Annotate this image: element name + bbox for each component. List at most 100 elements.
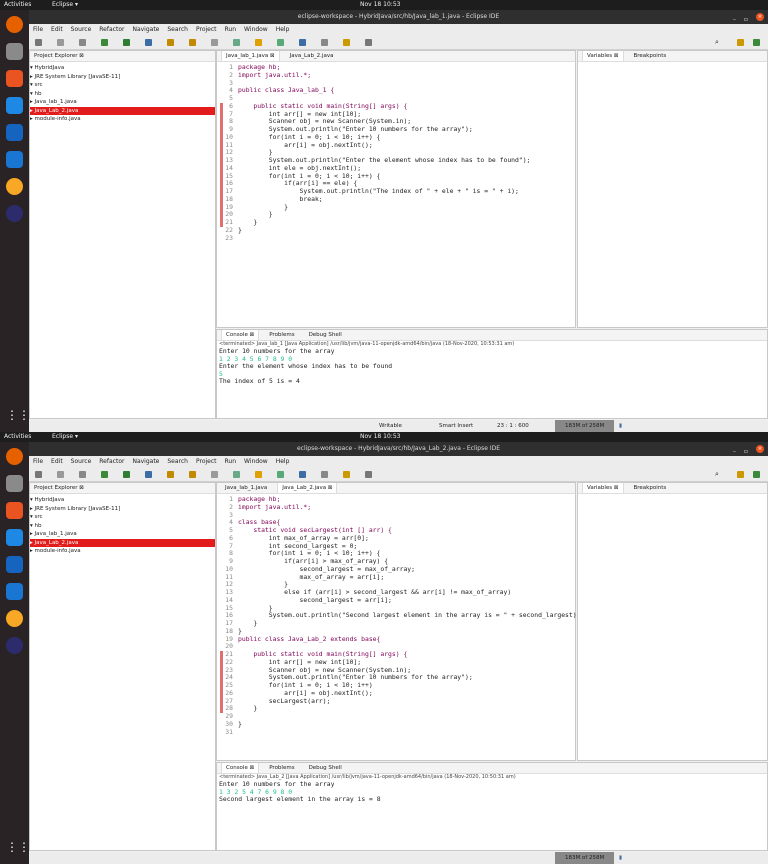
menu-edit[interactable]: Edit — [51, 24, 63, 36]
tree-item[interactable]: ▾ HybridJava — [30, 64, 215, 73]
toolbar-button[interactable] — [167, 39, 174, 46]
software-icon[interactable] — [6, 70, 23, 87]
menu-help[interactable]: Help — [276, 456, 290, 468]
toolbar-button[interactable] — [365, 39, 372, 46]
minimize-button[interactable]: – — [733, 13, 736, 27]
menu-refactor[interactable]: Refactor — [99, 456, 124, 468]
tab-project-explorer[interactable]: Project Explorer ⊠ — [34, 483, 84, 493]
toolbar-button[interactable] — [167, 471, 174, 478]
writer-icon[interactable] — [6, 151, 23, 168]
tab-breakpoints[interactable]: Breakpoints — [630, 51, 671, 61]
writer-icon[interactable] — [6, 583, 23, 600]
clock[interactable]: Nov 18 10:53 — [360, 432, 400, 442]
toolbar-button[interactable] — [255, 39, 262, 46]
menu-navigate[interactable]: Navigate — [132, 456, 159, 468]
tab-debug[interactable]: Debug Shell — [305, 763, 346, 773]
debug-perspective-button[interactable] — [753, 471, 760, 478]
toolbar-button[interactable] — [299, 471, 306, 478]
tree-item[interactable]: ▾ HybridJava — [30, 496, 215, 505]
app-menu[interactable]: Eclipse ▾ — [52, 432, 78, 442]
close-button[interactable]: × — [756, 445, 764, 453]
software-icon[interactable] — [6, 502, 23, 519]
firefox-icon[interactable] — [6, 448, 23, 465]
help-icon[interactable] — [6, 529, 23, 546]
toolbar-button[interactable] — [189, 39, 196, 46]
code-area[interactable]: 1 package hb; 2 import java.util.*; 3 4 class … — [217, 494, 580, 736]
tree-item[interactable]: ▸ module-info.java — [30, 547, 215, 556]
garbage-collect-icon[interactable]: ▮ — [619, 852, 622, 864]
tab-java_lab_1-java[interactable]: Java_lab_1.java — [221, 483, 271, 493]
toolbar-button[interactable] — [57, 39, 64, 46]
menu-file[interactable]: File — [33, 456, 43, 468]
tab-java_lab_2-java[interactable]: Java_Lab_2.java — [286, 51, 338, 61]
toolbar-button[interactable] — [35, 471, 42, 478]
show-apps-icon[interactable]: ⋮⋮ — [6, 840, 30, 857]
debug-perspective-button[interactable] — [753, 39, 760, 46]
clock[interactable]: Nov 18 10:53 — [360, 0, 400, 10]
toolbar-button[interactable] — [321, 471, 328, 478]
toolbar-button[interactable] — [79, 39, 86, 46]
menu-refactor[interactable]: Refactor — [99, 24, 124, 36]
toolbar-button[interactable] — [145, 39, 152, 46]
tab-variables[interactable]: Variables ⊠ — [582, 483, 624, 493]
eclipse-icon[interactable] — [6, 637, 23, 654]
firefox-icon[interactable] — [6, 16, 23, 33]
menu-file[interactable]: File — [33, 24, 43, 36]
maximize-button[interactable]: ▫ — [744, 13, 748, 27]
tree-item[interactable]: ▸ JRE System Library [JavaSE-11] — [30, 73, 215, 82]
toolbar-button[interactable] — [299, 39, 306, 46]
menu-source[interactable]: Source — [71, 456, 92, 468]
tree-item[interactable]: ▸ JRE System Library [JavaSE-11] — [30, 505, 215, 514]
tree-item[interactable]: ▸ Java_lab_1.java — [30, 98, 215, 107]
minimize-button[interactable]: – — [733, 445, 736, 459]
tree-item[interactable]: ▾ src — [30, 513, 215, 522]
menu-project[interactable]: Project — [196, 24, 217, 36]
console-output[interactable]: <terminated> Java_Lab_2 [Java Applicatio… — [217, 774, 767, 804]
menu-project[interactable]: Project — [196, 456, 217, 468]
tree-item[interactable]: ▸ module-info.java — [30, 115, 215, 124]
code-area[interactable]: 1 package hb; 2 import java.util.*; 3 4 public… — [217, 62, 575, 242]
thunderbird-icon[interactable] — [6, 556, 23, 573]
tree-item[interactable]: ▸ Java_Lab_2.java — [30, 538, 215, 547]
tab-problems[interactable]: Problems — [265, 330, 298, 340]
menu-run[interactable]: Run — [225, 456, 237, 468]
tab-java_lab_2-java[interactable]: Java_Lab_2.java ⊠ — [277, 483, 338, 493]
tree-item[interactable]: ▸ Java_lab_1.java — [30, 530, 215, 539]
maximize-button[interactable]: ▫ — [744, 445, 748, 459]
toolbar-button[interactable] — [101, 471, 108, 478]
menu-search[interactable]: Search — [167, 24, 188, 36]
toolbar-button[interactable] — [365, 471, 372, 478]
toolbar-button[interactable] — [277, 471, 284, 478]
menu-source[interactable]: Source — [71, 24, 92, 36]
tree-item[interactable]: ▸ Java_Lab_2.java — [30, 106, 215, 115]
search-icon[interactable]: ⌕ — [715, 38, 722, 46]
search-icon[interactable]: ⌕ — [715, 470, 722, 478]
toolbar-button[interactable] — [233, 471, 240, 478]
tab-variables[interactable]: Variables ⊠ — [582, 51, 624, 61]
status-insert-mode[interactable]: Smart Insert — [439, 420, 473, 432]
app-menu[interactable]: Eclipse ▾ — [52, 0, 78, 10]
heap-status[interactable]: 183M of 258M — [555, 420, 615, 432]
thunderbird-icon[interactable] — [6, 124, 23, 141]
toolbar-button[interactable] — [321, 39, 328, 46]
show-apps-icon[interactable]: ⋮⋮ — [6, 408, 30, 425]
perspective-button[interactable] — [737, 471, 744, 478]
menu-edit[interactable]: Edit — [51, 456, 63, 468]
tree-item[interactable]: ▾ src — [30, 81, 215, 90]
menu-window[interactable]: Window — [244, 24, 268, 36]
heap-status[interactable]: 183M of 258M — [555, 852, 615, 864]
toolbar-button[interactable] — [343, 39, 350, 46]
help-icon[interactable] — [6, 97, 23, 114]
tab-breakpoints[interactable]: Breakpoints — [630, 483, 671, 493]
tab-project-explorer[interactable]: Project Explorer ⊠ — [34, 51, 84, 61]
toolbar-button[interactable] — [35, 39, 42, 46]
files-icon[interactable] — [6, 475, 23, 492]
toolbar-button[interactable] — [255, 471, 262, 478]
tab-debug[interactable]: Debug Shell — [305, 330, 346, 340]
menu-search[interactable]: Search — [167, 456, 188, 468]
tab-console[interactable]: Console ⊠ — [221, 763, 260, 773]
menu-run[interactable]: Run — [225, 24, 237, 36]
activities-button[interactable]: Activities — [4, 0, 31, 10]
toolbar-button[interactable] — [123, 471, 130, 478]
toolbar-button[interactable] — [101, 39, 108, 46]
